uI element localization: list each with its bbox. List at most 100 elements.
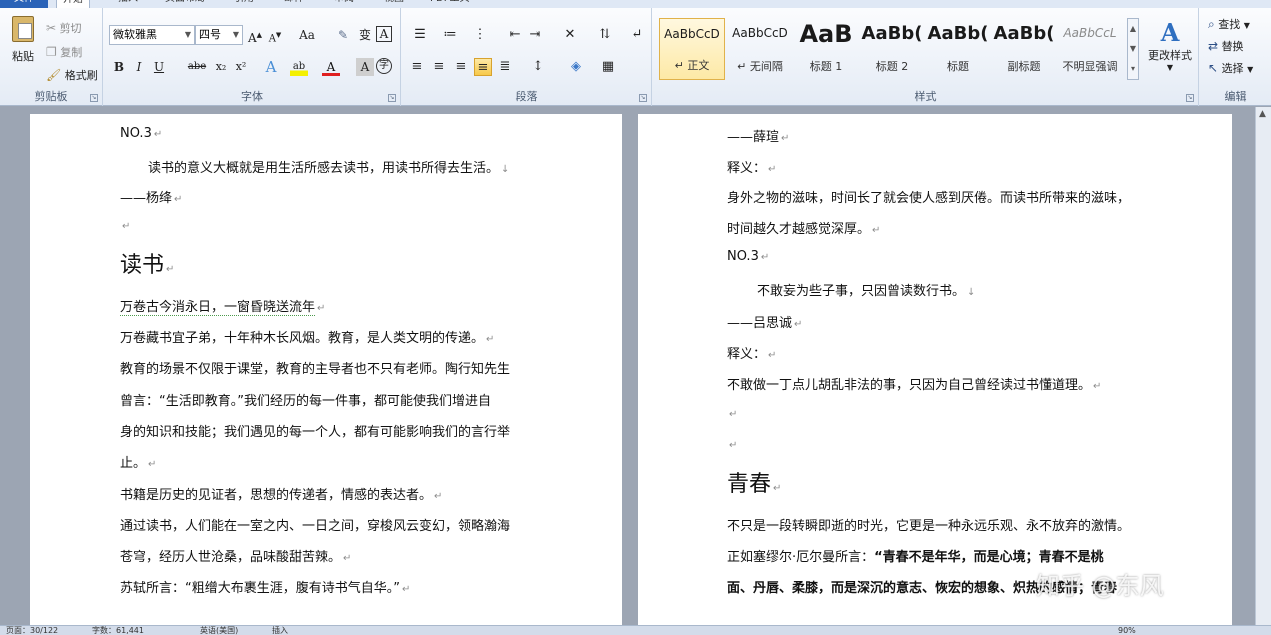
font-size-select[interactable]: 四号 ▼	[195, 25, 243, 45]
line-spacing-button[interactable]: ↕	[526, 58, 550, 76]
justify-button[interactable]: ≡	[474, 58, 492, 76]
underline-button[interactable]: U	[150, 58, 168, 76]
tab-home[interactable]: 开始	[56, 0, 90, 8]
heading: 青春 ↵	[727, 472, 782, 497]
ribbon-tab-bar: 文件 开始 插入 页面布局 引用 邮件 审阅 视图 PDF工具	[0, 0, 1271, 8]
font-color-button[interactable]: A	[322, 58, 340, 76]
numbering-button[interactable]: ≔	[438, 26, 462, 44]
paste-button[interactable]: 粘贴	[6, 16, 40, 64]
bold-button[interactable]: B	[110, 58, 128, 76]
tab-view[interactable]: 视图	[384, 0, 404, 8]
document-page-left[interactable]: NO.3 ↵ 读书的意义大概就是用生活所感去读书，用读书所得去生活。 ↓ ——杨绛 ↵…	[30, 114, 622, 626]
text-line: 时间越久才越感觉深厚。 ↵	[727, 222, 881, 237]
tab-review[interactable]: 审阅	[334, 0, 354, 8]
zoom-level[interactable]: 90%	[1118, 626, 1136, 635]
style-title[interactable]: AaBb( 标题	[925, 18, 991, 80]
text-line: 不敢做一丁点儿胡乱非法的事，只因为自己曾经读过书懂道理。 ↵	[727, 378, 1102, 393]
shrink-font-button[interactable]: A▼	[266, 26, 284, 44]
styles-dialog-launcher-icon[interactable]: ↘	[1186, 94, 1194, 102]
character-shading-icon: A	[360, 60, 370, 74]
text-line: NO.3 ↵	[120, 126, 163, 141]
page-count[interactable]: 页面：30/122	[6, 626, 58, 635]
copy-button[interactable]: ❐ 复制	[46, 44, 82, 60]
grow-font-button[interactable]: A▲	[246, 26, 264, 45]
enclose-characters-button[interactable]: 字	[376, 58, 392, 74]
align-right-button[interactable]: ≡	[452, 58, 470, 76]
decrease-indent-button[interactable]: ⇤	[506, 26, 524, 44]
chevron-down-icon: ▼	[184, 30, 191, 39]
change-case-button[interactable]: Aa	[294, 26, 320, 44]
phonetic-guide-icon: 变	[358, 28, 371, 42]
insert-mode[interactable]: 插入	[272, 626, 288, 635]
style-sample: AaBbCcL	[1063, 26, 1117, 40]
watermark: 知乎 @东风	[1036, 572, 1164, 600]
tab-mailings[interactable]: 邮件	[284, 0, 304, 8]
style-subtitle[interactable]: AaBb( 副标题	[991, 18, 1057, 80]
font-name-value: 微软雅黑	[113, 28, 157, 41]
borders-button[interactable]: ▦	[596, 58, 620, 76]
clear-formatting-button[interactable]: ✎	[334, 26, 352, 44]
word-count[interactable]: 字数：61,441	[92, 626, 144, 635]
cursor-icon: ↖	[1208, 61, 1219, 75]
phonetic-guide-button[interactable]: 变	[356, 26, 374, 44]
tab-references[interactable]: 引用	[234, 0, 254, 8]
align-left-button[interactable]: ≡	[408, 58, 426, 76]
text-effects-button[interactable]: A	[262, 58, 280, 76]
sort-button[interactable]: ⇅	[596, 26, 614, 44]
empty-paragraph: ↵	[729, 409, 738, 420]
select-button[interactable]: ↖ 选择 ▼	[1208, 60, 1253, 76]
editing-group-label: 编辑	[1224, 90, 1247, 103]
tab-pdf-tools[interactable]: PDF工具	[430, 0, 469, 8]
tab-insert[interactable]: 插入	[118, 0, 138, 8]
superscript-button[interactable]: x²	[232, 58, 250, 76]
italic-button[interactable]: I	[130, 58, 148, 76]
chevron-down-icon: ▼	[1129, 44, 1137, 53]
format-painter-button[interactable]: 🖌 格式刷	[46, 67, 98, 83]
align-center-button[interactable]: ≡	[430, 58, 448, 76]
chevron-up-icon[interactable]: ▲	[1259, 109, 1266, 119]
tab-file[interactable]: 文件	[0, 0, 48, 8]
font-dialog-launcher-icon[interactable]: ↘	[388, 94, 396, 102]
italic-icon: I	[136, 60, 142, 74]
strikethrough-button[interactable]: abe	[184, 58, 210, 76]
subscript-button[interactable]: x₂	[212, 58, 230, 76]
style-heading-2[interactable]: AaBb( 标题 2	[859, 18, 925, 80]
multilevel-list-icon: ⋮	[473, 27, 487, 42]
paste-label: 粘贴	[12, 50, 34, 63]
document-page-right[interactable]: ——薛瑄 ↵ 释义： ↵ 身外之物的滋味，时间长了就会使人感到厌倦。而读书所带来的滋…	[638, 114, 1232, 626]
style-heading-1[interactable]: AaB 标题 1	[793, 18, 859, 80]
character-border-button[interactable]: A	[376, 26, 392, 42]
text-line: 教育的场景不仅限于课堂，教育的主导者也不只有老师。陶行知先生	[120, 362, 511, 377]
replace-button[interactable]: ⇄ 替换	[1208, 38, 1244, 54]
align-right-icon: ≡	[455, 59, 467, 74]
asian-layout-button[interactable]: ✕	[558, 26, 582, 44]
increase-indent-icon: ⇥	[529, 27, 541, 42]
show-marks-button[interactable]: ↵	[628, 26, 646, 44]
character-shading-button[interactable]: A	[356, 58, 374, 76]
tab-page-layout[interactable]: 页面布局	[165, 0, 205, 8]
increase-indent-button[interactable]: ⇥	[526, 26, 544, 44]
clipboard-dialog-launcher-icon[interactable]: ↘	[90, 94, 98, 102]
align-left-icon: ≡	[411, 59, 423, 74]
style-normal[interactable]: AaBbCcD ↵ 正文	[659, 18, 725, 80]
style-sample: AaBb(	[927, 23, 989, 44]
text-line: 不只是一段转瞬即逝的时光，它更是一种永远乐观、永不放弃的激情。	[727, 519, 1131, 534]
font-name-select[interactable]: 微软雅黑 ▼	[109, 25, 195, 45]
bullets-button[interactable]: ☰	[408, 26, 432, 44]
paragraph-shading-button[interactable]: ◈	[564, 58, 588, 76]
cut-button[interactable]: ✂ 剪切	[46, 20, 82, 36]
style-subtle-emphasis[interactable]: AaBbCcL 不明显强调	[1057, 18, 1123, 80]
paragraph-dialog-launcher-icon[interactable]: ↘	[639, 94, 647, 102]
multilevel-list-button[interactable]: ⋮	[468, 26, 492, 44]
vertical-scrollbar[interactable]: ▲	[1255, 107, 1271, 625]
find-button[interactable]: ⌕ 查找 ▼	[1208, 16, 1250, 32]
distribute-button[interactable]: ≣	[496, 58, 514, 76]
highlight-button[interactable]: ab	[290, 58, 308, 76]
change-styles-button[interactable]: A 更改样式 ▼	[1145, 18, 1195, 72]
chevron-up-icon: ▲	[1129, 24, 1137, 33]
styles-scroll[interactable]: ▲ ▼ ▾	[1127, 18, 1139, 80]
language[interactable]: 英语(美国)	[200, 626, 238, 635]
style-name: 副标题	[1007, 60, 1041, 73]
style-no-spacing[interactable]: AaBbCcD ↵ 无间隔	[727, 18, 793, 80]
sort-icon: ⇅	[599, 27, 611, 42]
